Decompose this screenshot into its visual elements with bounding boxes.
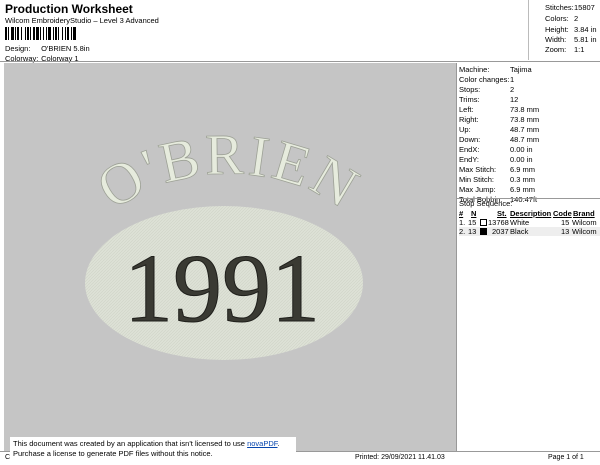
info-max-stitch: Max Stitch: 6.9 mm: [459, 165, 536, 174]
info-down: Down: 48.7 mm: [459, 135, 540, 144]
info-min-stitch: Min Stitch: 0.3 mm: [459, 175, 536, 184]
stop-sequence-label: Stop Sequence:: [459, 199, 513, 208]
stat-zoom: Zoom: 1:1: [545, 45, 585, 54]
software-name: Wilcom EmbroideryStudio – Level 3 Advanc…: [5, 16, 159, 25]
printed-date: Printed: 29/09/2021 11.41.03: [355, 454, 445, 461]
info-left: Left: 73.8 mm: [459, 105, 540, 114]
color-swatch-white: [480, 219, 487, 226]
novapdf-link[interactable]: novaPDF: [247, 439, 277, 448]
info-trims: Trims: 12: [459, 95, 519, 104]
worksheet-title: Production Worksheet: [5, 2, 133, 16]
embroidery-design: O'BRIEN 1991: [85, 121, 369, 360]
year-text: 1991: [124, 235, 320, 343]
design-row: Design: O'BRIEN 5.8in: [5, 44, 90, 53]
design-label: Design:: [5, 44, 31, 53]
stat-width: Width: 5.81 in: [545, 35, 597, 44]
stat-height: Height: 3.84 in: [545, 25, 597, 34]
barcode: [5, 27, 76, 40]
stop-sequence-row: 1. 15 13768 White 15 Wilcom: [459, 218, 597, 227]
info-stops: Stops: 2: [459, 85, 515, 94]
stat-stitches: Stitches:15807: [545, 3, 595, 12]
color-swatch-black: [480, 228, 487, 235]
info-up: Up: 48.7 mm: [459, 125, 540, 134]
top-stats-panel: Stitches:15807 Colors: 2 Height: 3.84 in W…: [528, 0, 600, 60]
info-color-changes: Color changes:1: [459, 75, 515, 84]
stop-sequence-row: 2. 13 2037 Black 13 Wilcom: [459, 227, 600, 236]
header-divider: [0, 61, 600, 62]
info-endx: EndX: 0.00 in: [459, 145, 533, 154]
info-machine: Machine: Tajima: [459, 65, 532, 74]
info-right: Right: 73.8 mm: [459, 115, 540, 124]
info-endy: EndY: 0.00 in: [459, 155, 533, 164]
machine-info-panel: Machine: Tajima Color changes:1 Stops: 2 T…: [456, 63, 600, 451]
design-preview: O'BRIEN 1991: [4, 63, 456, 451]
design-value: O'BRIEN 5.8in: [41, 44, 90, 53]
page-number: Page 1 of 1: [548, 454, 584, 461]
info-max-jump: Max Jump: 6.9 mm: [459, 185, 536, 194]
license-notice: This document was created by an applicat…: [10, 437, 296, 462]
stat-colors: Colors: 2: [545, 14, 579, 23]
